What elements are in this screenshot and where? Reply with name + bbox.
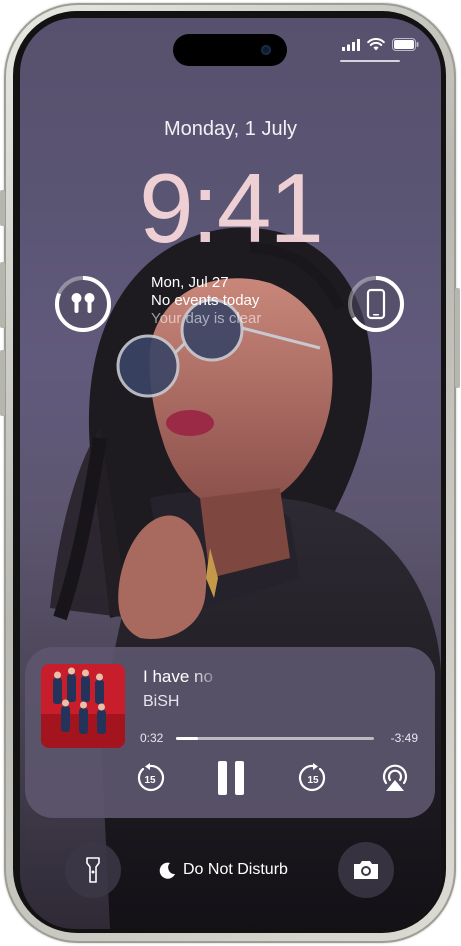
lock-time: 9:41 — [139, 153, 324, 263]
status-bar — [342, 38, 419, 51]
calendar-summary: Your day is clear — [151, 310, 262, 327]
calendar-date: Mon, Jul 27 — [151, 274, 229, 291]
song-title: I have no — [143, 667, 213, 686]
flashlight-button[interactable] — [65, 842, 121, 898]
airplay-audio-icon — [382, 764, 408, 791]
skip-back-15-icon: 15 — [137, 763, 165, 792]
volume-up-button — [0, 262, 5, 328]
flashlight-icon — [86, 857, 100, 883]
elapsed-time: 0:32 — [140, 731, 164, 745]
pause-icon — [218, 761, 244, 795]
front-camera — [261, 45, 271, 55]
skip-forward-button[interactable]: 15 — [298, 763, 328, 798]
song-artist: BiSH — [143, 693, 180, 710]
skip-forward-seconds: 15 — [307, 775, 319, 786]
status-indicator-line — [340, 60, 400, 62]
signal-icon — [342, 38, 360, 51]
airplay-button[interactable] — [380, 763, 410, 798]
battery-icon — [392, 38, 419, 51]
skip-forward-15-icon: 15 — [298, 763, 326, 792]
progress-scrubber[interactable] — [176, 737, 374, 740]
power-button — [455, 288, 460, 388]
remaining-time: -3:49 — [390, 731, 418, 745]
wifi-icon — [367, 38, 385, 51]
camera-icon — [354, 861, 378, 879]
lock-screen: Monday, 1 July 9:41 Mon, Jul 27 No event… — [20, 18, 441, 929]
camera-button[interactable] — [338, 842, 394, 898]
phone-battery-widget[interactable] — [346, 274, 406, 334]
dynamic-island — [173, 34, 287, 66]
progress-fill — [176, 737, 198, 740]
skip-back-seconds: 15 — [144, 775, 156, 786]
pause-button[interactable] — [216, 760, 246, 801]
lock-date: Monday, 1 July — [163, 118, 298, 140]
action-button — [0, 190, 5, 226]
calendar-events: No events today — [151, 292, 260, 309]
focus-mode-indicator[interactable]: Do Not Disturb — [159, 861, 288, 879]
skip-back-button[interactable]: 15 — [135, 763, 165, 798]
calendar-widget[interactable]: Mon, Jul 27 No events today Your day is … — [151, 274, 261, 328]
volume-down-button — [0, 350, 5, 416]
album-art[interactable] — [41, 664, 125, 748]
focus-mode-label: Do Not Disturb — [183, 861, 288, 878]
now-playing-card[interactable]: I have no BiSH 0:32 -3:49 15 15 — [25, 647, 435, 818]
moon-icon — [159, 862, 175, 879]
airpods-battery-widget[interactable] — [53, 274, 113, 334]
